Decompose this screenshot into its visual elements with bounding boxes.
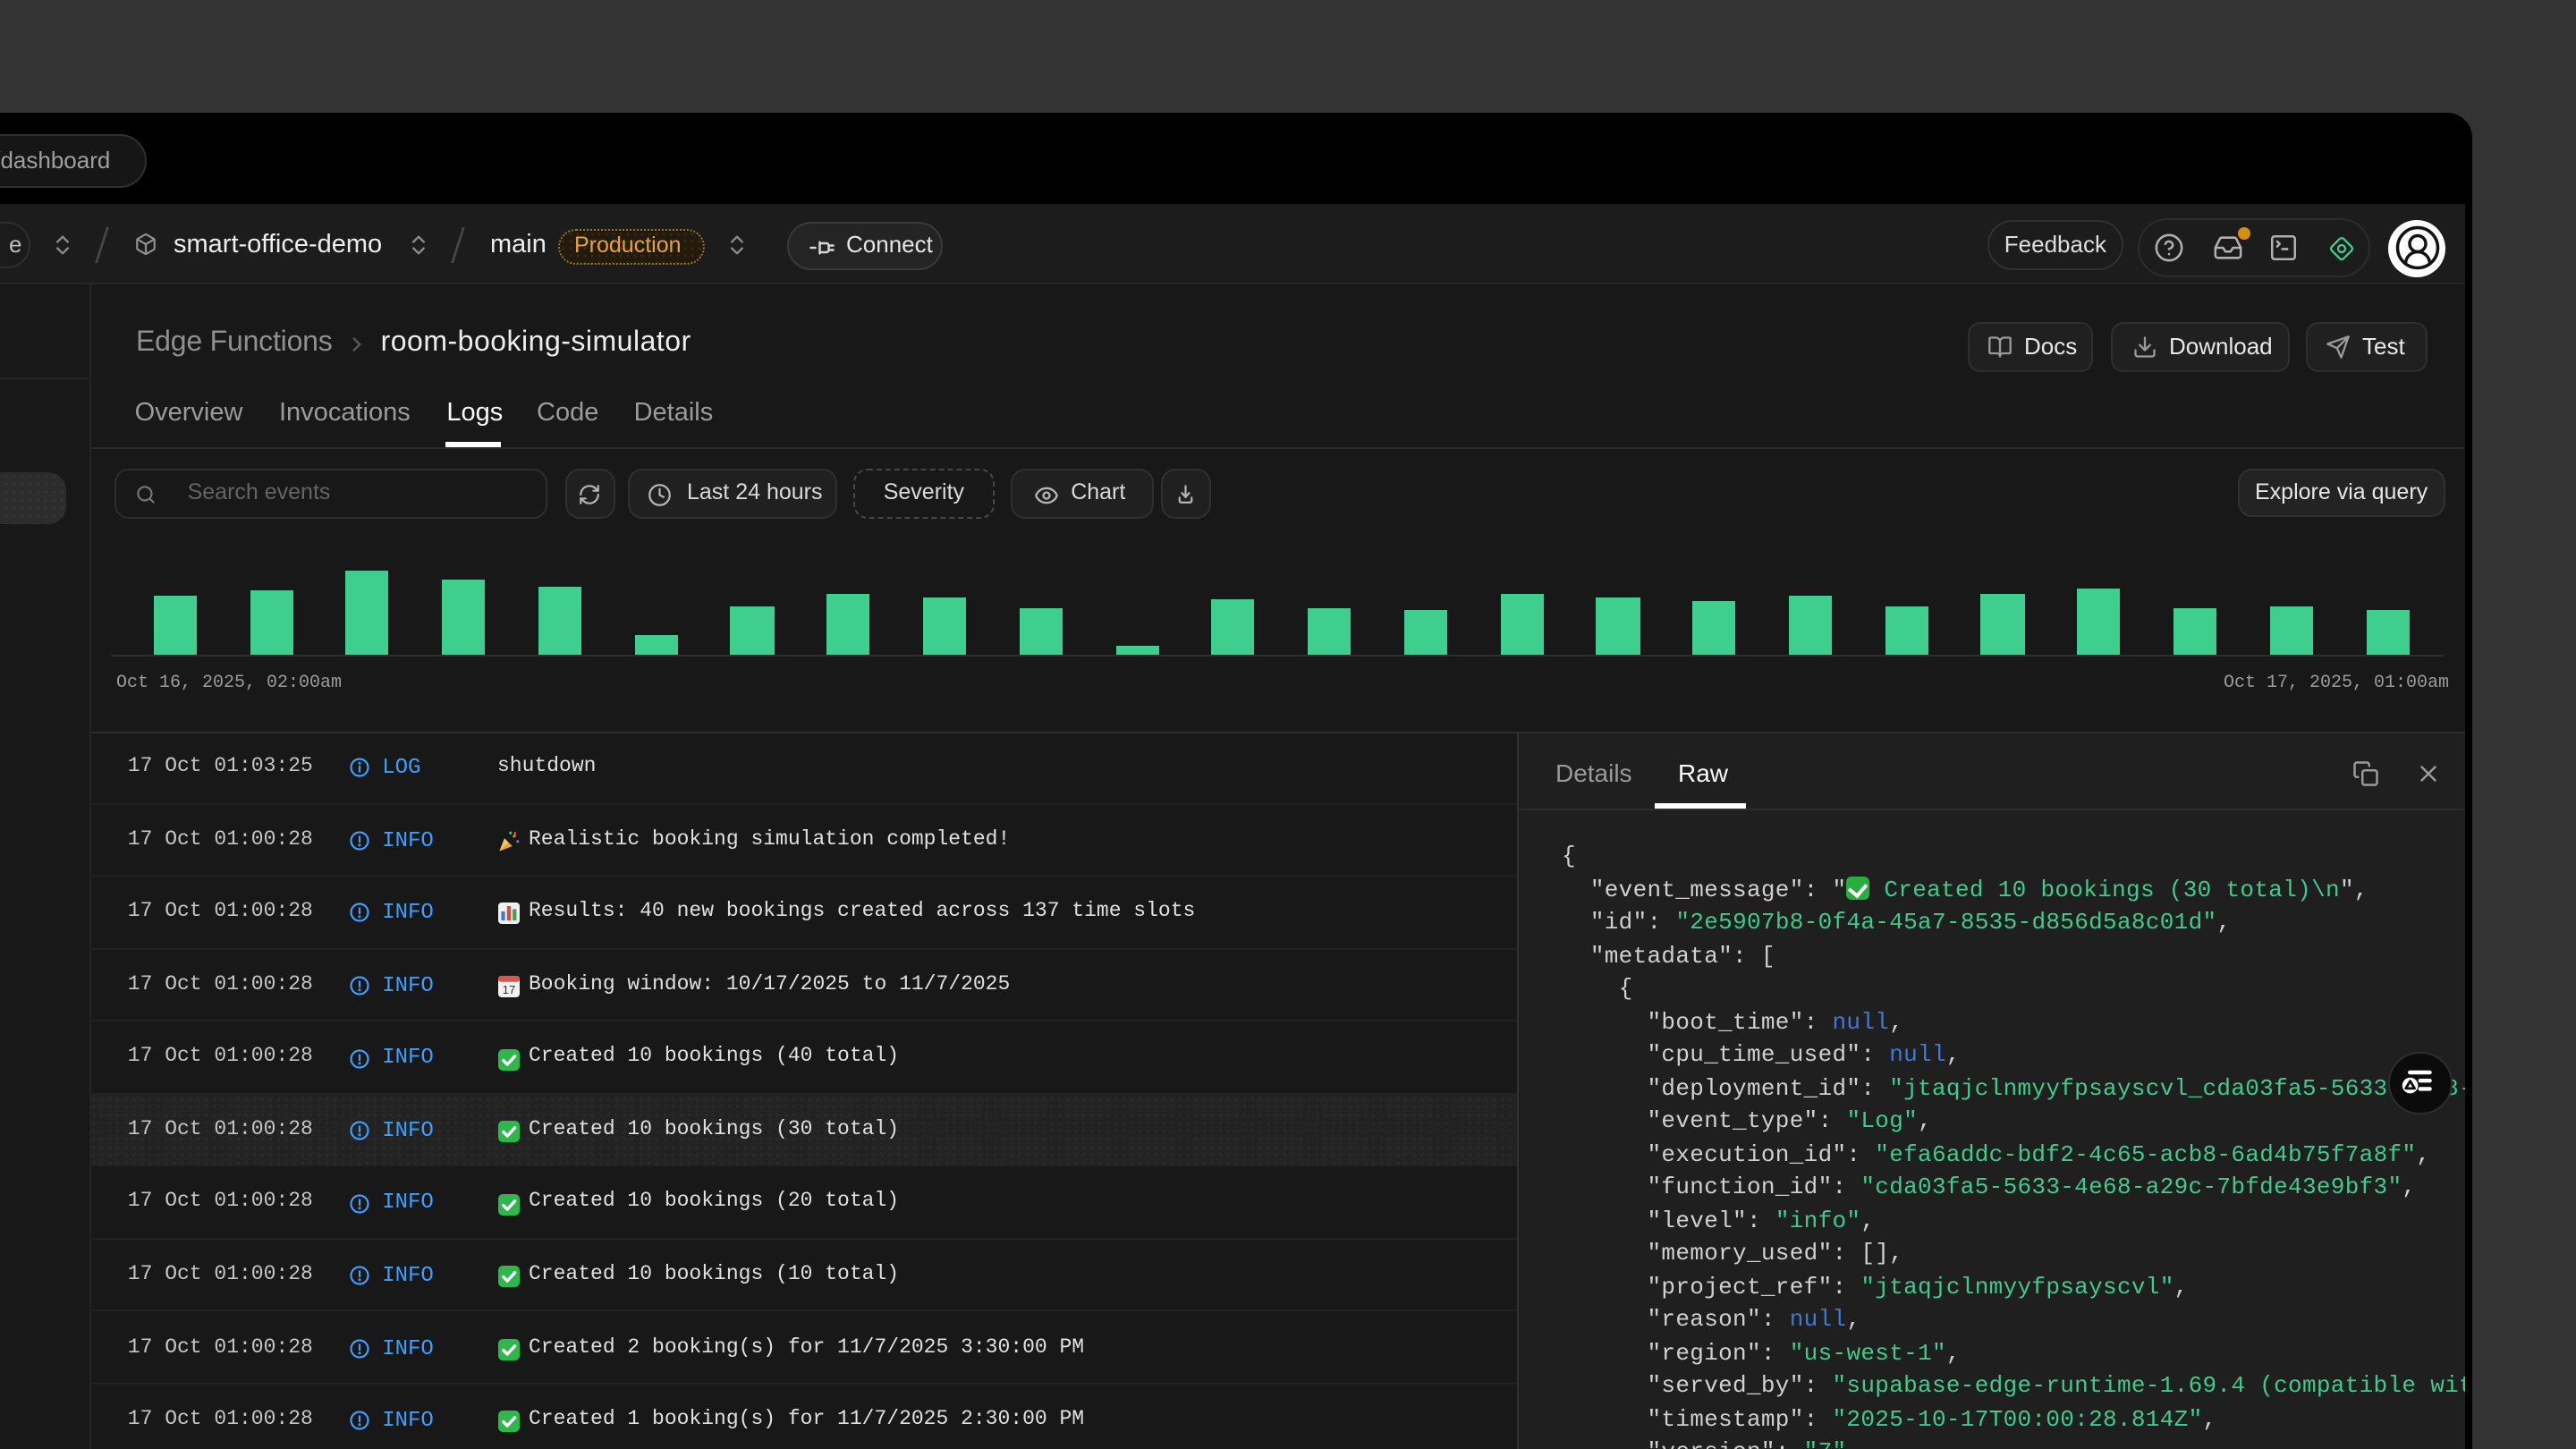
svg-text:17: 17 (503, 983, 516, 996)
